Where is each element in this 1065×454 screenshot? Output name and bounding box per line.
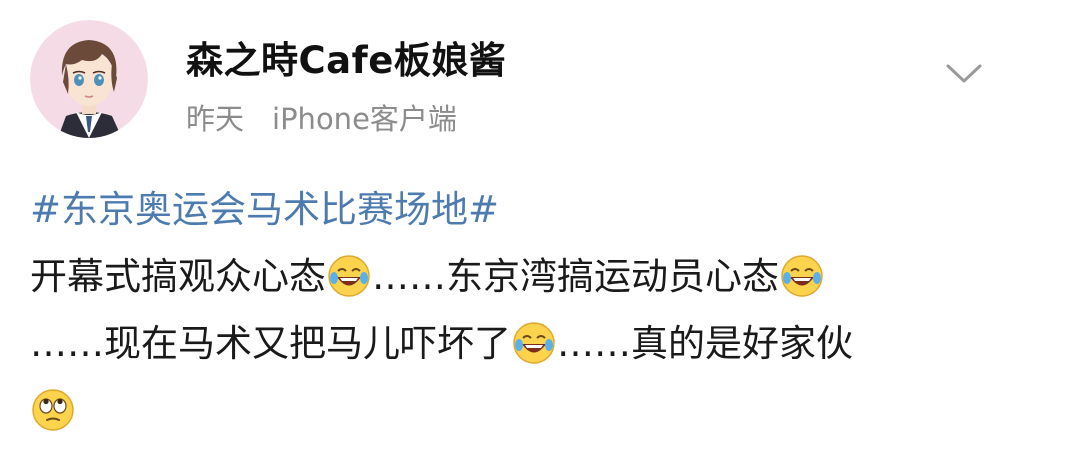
eye-roll-emoji bbox=[31, 388, 75, 432]
post-text: #东京奥运会马术比赛场地# 开幕式搞观众心态 ……东京湾搞运动员心态 ……现在马… bbox=[30, 176, 1040, 444]
hashtag-link[interactable]: #东京奥运会马术比赛场地# bbox=[30, 176, 1040, 243]
avatar[interactable] bbox=[30, 20, 148, 138]
post-source: iPhone客户端 bbox=[272, 102, 457, 136]
text-segment: ……真的是好家伙 bbox=[557, 322, 853, 365]
post-line: 开幕式搞观众心态 ……东京湾搞运动员心态 bbox=[30, 243, 1040, 310]
author-name[interactable]: 森之時Cafe板娘酱 bbox=[186, 30, 506, 84]
laughing-tears-emoji bbox=[780, 254, 824, 298]
post-meta: 昨天 iPhone客户端 bbox=[186, 96, 457, 138]
chevron-down-icon[interactable] bbox=[942, 58, 986, 88]
post-line: ……现在马术又把马儿吓坏了 ……真的是好家伙 bbox=[30, 310, 1040, 377]
laughing-tears-emoji bbox=[512, 321, 556, 365]
avatar-illustration bbox=[30, 20, 148, 138]
text-segment: ……现在马术又把马儿吓坏了 bbox=[30, 322, 511, 365]
text-segment: ……东京湾搞运动员心态 bbox=[372, 255, 779, 298]
post-line bbox=[30, 377, 1040, 444]
text-segment: 开幕式搞观众心态 bbox=[30, 255, 326, 298]
laughing-tears-emoji bbox=[327, 254, 371, 298]
weibo-post-card: 森之時Cafe板娘酱 昨天 iPhone客户端 #东京奥运会马术比赛场地# 开幕式… bbox=[0, 0, 1065, 454]
post-time: 昨天 bbox=[186, 102, 245, 136]
